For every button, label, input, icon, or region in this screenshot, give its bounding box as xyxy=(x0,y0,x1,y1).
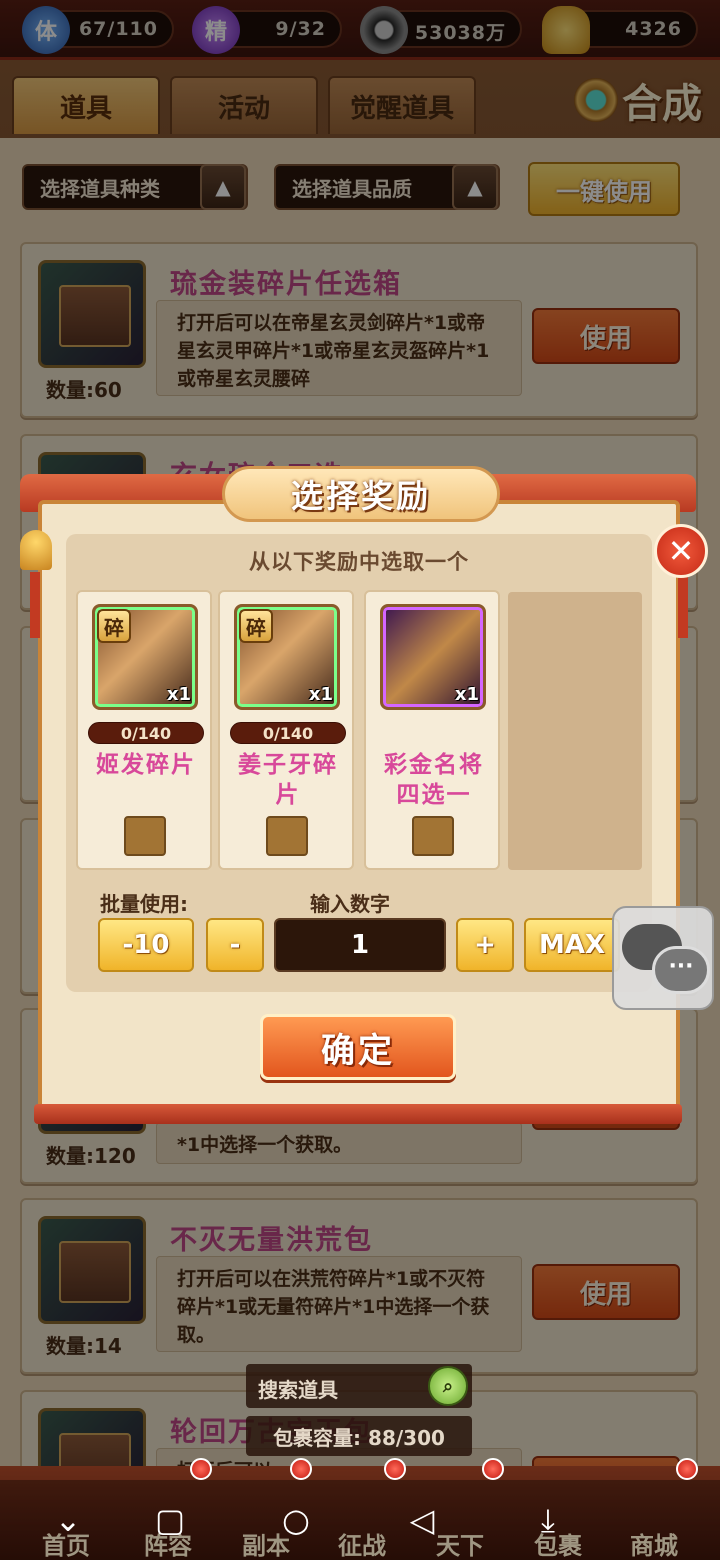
confirm-button[interactable]: 确定 xyxy=(260,1014,456,1080)
bell-icon xyxy=(20,530,52,570)
home-circle-icon[interactable]: ○ xyxy=(276,1500,316,1540)
reward-name: 彩金名将四选一 xyxy=(384,752,484,808)
notification-dot xyxy=(290,1458,312,1480)
notification-dot xyxy=(676,1458,698,1480)
reward-count: x1 xyxy=(308,684,333,705)
minus-ten-button[interactable]: -10 xyxy=(98,918,194,972)
hero-portrait-icon: 碎 x1 xyxy=(92,604,198,710)
plus-button[interactable]: + xyxy=(456,918,514,972)
reward-name: 姬发碎片 xyxy=(96,752,196,778)
reward-option[interactable]: x1 彩金名将四选一 xyxy=(364,590,500,870)
input-number-label: 输入数字 xyxy=(310,892,390,916)
fragment-progress: 0/140 xyxy=(88,722,204,744)
fragment-badge: 碎 xyxy=(239,609,273,643)
search-input[interactable]: 搜索道具 ⌕ xyxy=(246,1364,472,1408)
dialog-title: 选择奖励 xyxy=(222,466,500,522)
fragment-badge: 碎 xyxy=(97,609,131,643)
reward-checkbox[interactable] xyxy=(266,816,308,856)
recents-icon[interactable]: ▢ xyxy=(150,1500,190,1540)
hero-portrait-icon: 碎 x1 xyxy=(234,604,340,710)
reward-checkbox[interactable] xyxy=(412,816,454,856)
tassel-decoration xyxy=(30,572,40,638)
reward-count: x1 xyxy=(454,684,479,705)
back-triangle-icon[interactable]: ◁ xyxy=(402,1500,442,1540)
batch-use-label: 批量使用: xyxy=(100,892,188,916)
reward-option[interactable]: 碎 x1 0/140 姬发碎片 xyxy=(76,590,212,870)
chat-button[interactable]: ··· xyxy=(612,906,714,1010)
bag-capacity: 包裹容量: 88/300 xyxy=(246,1416,472,1456)
notification-dot xyxy=(190,1458,212,1480)
dialog-scroll-bottom xyxy=(34,1104,682,1124)
empty-reward-slot xyxy=(508,592,642,870)
hero-chest-icon: x1 xyxy=(380,604,486,710)
notification-dot xyxy=(384,1458,406,1480)
reward-name: 姜子牙碎片 xyxy=(238,752,338,808)
search-icon[interactable]: ⌕ xyxy=(428,1366,468,1406)
chat-dots-icon: ··· xyxy=(652,946,710,994)
reward-checkbox[interactable] xyxy=(124,816,166,856)
notification-dot xyxy=(482,1458,504,1480)
tassel-decoration xyxy=(678,572,688,638)
close-button[interactable]: ✕ xyxy=(654,524,708,578)
close-icon: ✕ xyxy=(667,532,695,570)
max-button[interactable]: MAX xyxy=(524,918,620,972)
search-placeholder: 搜索道具 xyxy=(258,1378,338,1402)
chevron-down-icon[interactable]: ⌄ xyxy=(48,1500,88,1540)
dialog-subtitle: 从以下奖励中选取一个 xyxy=(249,550,469,574)
system-navigation-bar xyxy=(0,1480,720,1560)
minus-button[interactable]: - xyxy=(206,918,264,972)
reward-option[interactable]: 碎 x1 0/140 姜子牙碎片 xyxy=(218,590,354,870)
download-icon[interactable]: ⤓ xyxy=(528,1500,568,1540)
reward-count: x1 xyxy=(166,684,191,705)
fragment-progress: 0/140 xyxy=(230,722,346,744)
quantity-input[interactable]: 1 xyxy=(274,918,446,972)
